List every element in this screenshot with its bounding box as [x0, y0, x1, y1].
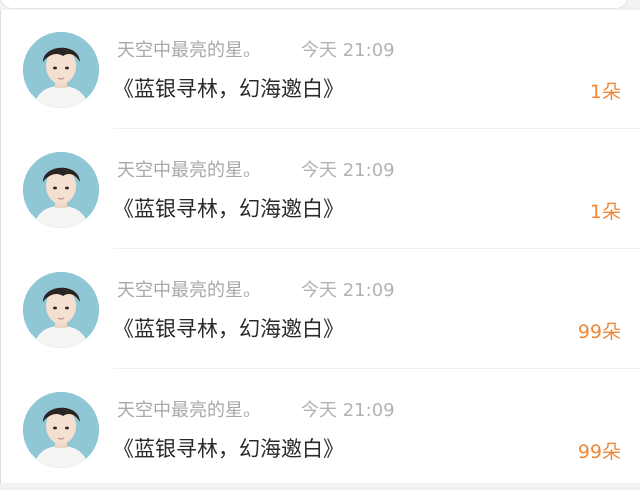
gift-title: 《蓝银寻林，幻海邀白》 [113, 197, 344, 221]
avatar-portrait-icon [23, 272, 99, 348]
nickname: 天空中最亮的星。 [117, 280, 261, 301]
list-item[interactable]: 天空中最亮的星。 今天 21:09 《蓝银寻林，幻海邀白》 1朵 [1, 130, 640, 250]
nickname: 天空中最亮的星。 [117, 160, 261, 181]
timestamp: 今天 21:09 [301, 40, 395, 61]
list-item[interactable]: 天空中最亮的星。 今天 21:09 《蓝银寻林，幻海邀白》 99朵 [1, 250, 640, 370]
divider [113, 248, 640, 249]
previous-card-edge [0, 0, 628, 9]
nickname: 天空中最亮的星。 [117, 400, 261, 421]
divider [113, 128, 640, 129]
timestamp: 今天 21:09 [301, 400, 395, 421]
gift-count: 1朵 [589, 201, 621, 223]
gift-list: 天空中最亮的星。 今天 21:09 《蓝银寻林，幻海邀白》 1朵 天空中最亮的星… [0, 10, 640, 483]
avatar-portrait-icon [23, 32, 99, 108]
gift-count: 1朵 [589, 81, 621, 103]
avatar-portrait-icon [23, 392, 99, 468]
gift-title: 《蓝银寻林，幻海邀白》 [113, 77, 344, 101]
gift-count: 99朵 [577, 441, 621, 463]
avatar[interactable] [23, 272, 99, 348]
gift-title: 《蓝银寻林，幻海邀白》 [113, 437, 344, 461]
gift-title: 《蓝银寻林，幻海邀白》 [113, 317, 344, 341]
divider [113, 368, 640, 369]
avatar[interactable] [23, 392, 99, 468]
gift-count: 99朵 [577, 321, 621, 343]
timestamp: 今天 21:09 [301, 280, 395, 301]
list-item[interactable]: 天空中最亮的星。 今天 21:09 《蓝银寻林，幻海邀白》 1朵 [1, 10, 640, 130]
nickname: 天空中最亮的星。 [117, 40, 261, 61]
avatar[interactable] [23, 32, 99, 108]
avatar[interactable] [23, 152, 99, 228]
gift-feed: 天空中最亮的星。 今天 21:09 《蓝银寻林，幻海邀白》 1朵 天空中最亮的星… [0, 0, 640, 483]
timestamp: 今天 21:09 [301, 160, 395, 181]
list-item[interactable]: 天空中最亮的星。 今天 21:09 《蓝银寻林，幻海邀白》 99朵 [1, 370, 640, 490]
avatar-portrait-icon [23, 152, 99, 228]
